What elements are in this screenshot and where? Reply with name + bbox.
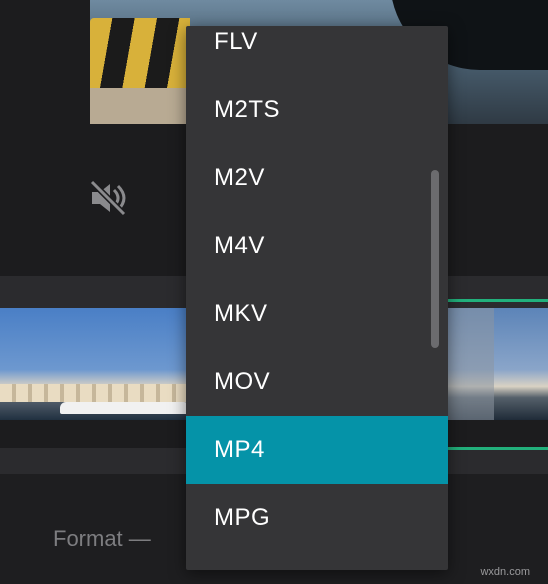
timeline-clip-thumbnail-right[interactable] [446,308,548,420]
trim-marker-top[interactable] [446,299,548,302]
volume-mute-icon[interactable] [86,176,130,220]
preview-bollard [90,18,190,88]
format-label: Format — [53,526,151,551]
dropdown-scrollbar[interactable] [431,170,439,348]
format-option-mov[interactable]: MOV [186,348,448,416]
watermark: wxdn.com [480,566,530,578]
format-option-m2ts[interactable]: M2TS [186,76,448,144]
clip-overlay [446,308,494,420]
format-options-list: FLV M2TS M2V M4V MKV MOV MP4 MPG [186,26,448,552]
video-converter-screen: Format — FLV M2TS M2V M4V MKV MOV MP4 MP… [0,0,548,584]
format-option-mpg[interactable]: MPG [186,484,448,552]
format-option-m2v[interactable]: M2V [186,144,448,212]
timeline-clip-thumbnail-left[interactable] [0,308,190,420]
format-option-mp4[interactable]: MP4 [186,416,448,484]
trim-marker-bottom[interactable] [446,447,548,450]
format-option-flv[interactable]: FLV [186,26,448,76]
clip-buildings [0,384,190,402]
format-option-mkv[interactable]: MKV [186,280,448,348]
format-option-m4v[interactable]: M4V [186,212,448,280]
clip-boats [60,402,190,414]
format-dropdown-menu[interactable]: FLV M2TS M2V M4V MKV MOV MP4 MPG [186,26,448,570]
